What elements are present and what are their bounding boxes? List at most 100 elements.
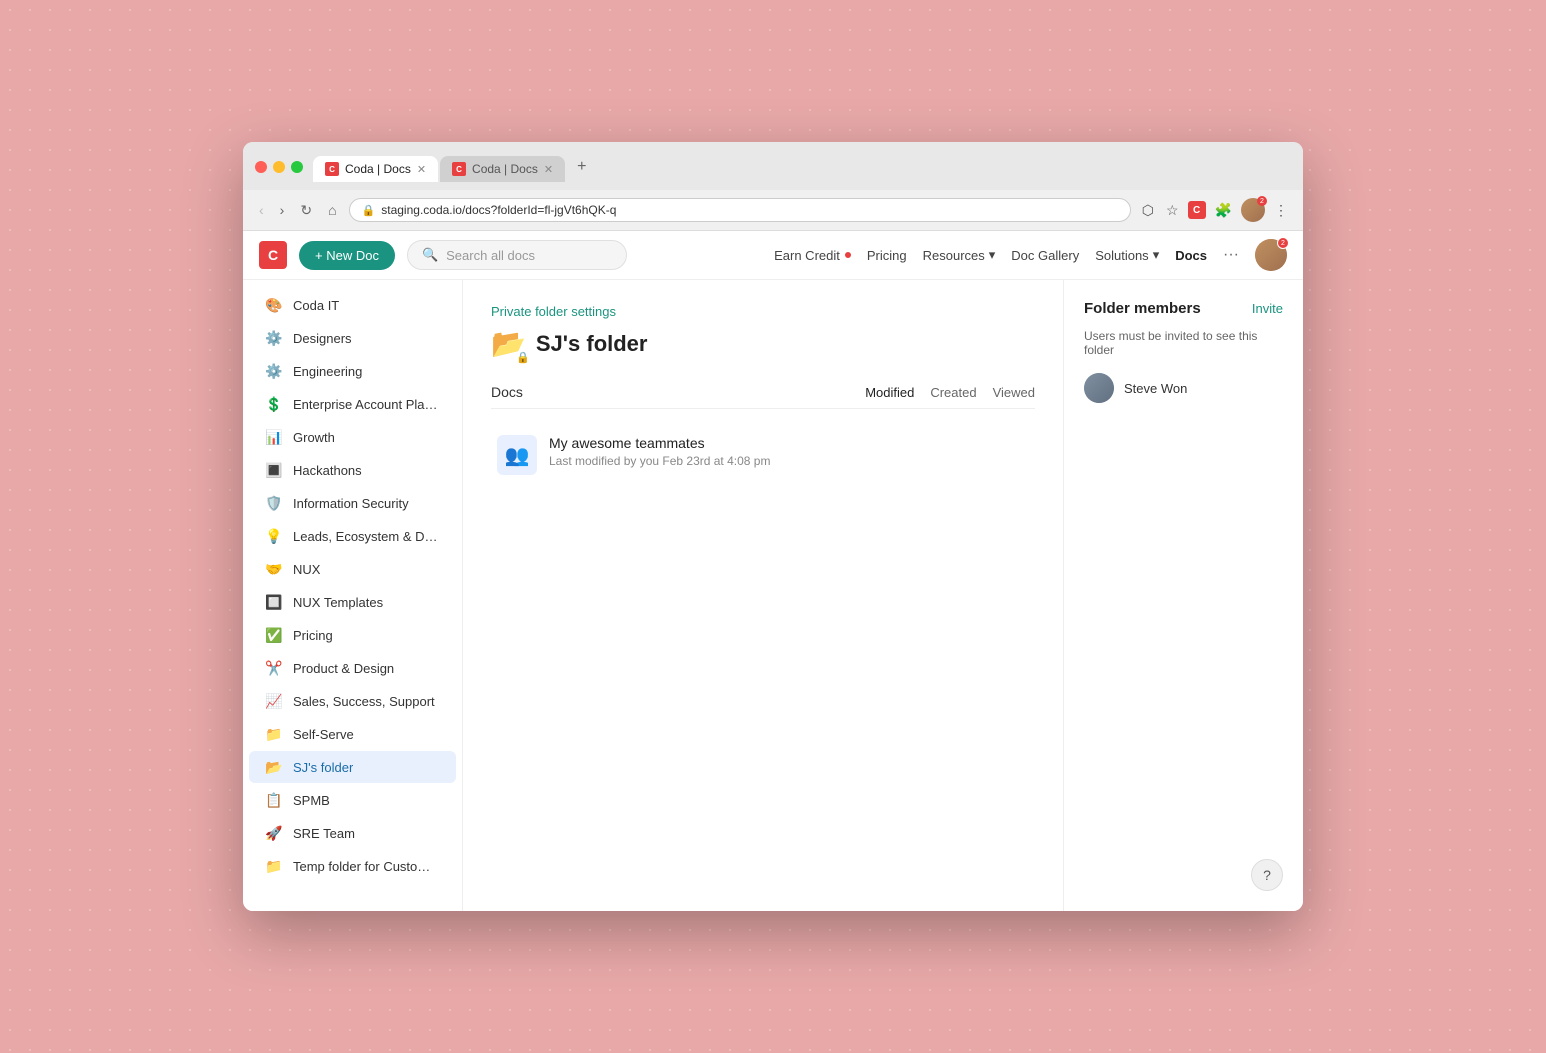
coda-tab-icon-2: C	[452, 162, 466, 176]
traffic-lights	[255, 161, 303, 173]
sidebar-label-hackathons: Hackathons	[293, 463, 362, 478]
sidebar-item-nux[interactable]: 🤝 NUX	[249, 553, 456, 585]
address-bar: ‹ › ↻ ⌂ 🔒 staging.coda.io/docs?folderId=…	[243, 190, 1303, 231]
sidebar-item-leads[interactable]: 💡 Leads, Ecosystem & Dem...	[249, 520, 456, 552]
new-tab-button[interactable]: +	[567, 152, 596, 182]
more-options-icon[interactable]: ⋮	[1271, 199, 1291, 222]
sj-folder-icon: 📂	[265, 758, 283, 776]
new-doc-button[interactable]: + New Doc	[299, 241, 395, 270]
product-design-icon: ✂️	[265, 659, 283, 677]
nux-templates-icon: 🔲	[265, 593, 283, 611]
nav-resources[interactable]: Resources ▾	[923, 247, 996, 263]
sort-modified[interactable]: Modified	[865, 385, 914, 400]
minimize-button[interactable]	[273, 161, 285, 173]
sidebar-label-nux-templates: NUX Templates	[293, 595, 383, 610]
browser-tabs: C Coda | Docs ✕ C Coda | Docs ✕ +	[313, 152, 1291, 182]
sidebar-item-info-security[interactable]: 🛡️ Information Security	[249, 487, 456, 519]
back-button[interactable]: ‹	[255, 200, 268, 220]
sidebar-item-growth[interactable]: 📊 Growth	[249, 421, 456, 453]
sidebar-item-sj-folder[interactable]: 📂 SJ's folder	[249, 751, 456, 783]
sidebar-label-coda-it: Coda IT	[293, 298, 339, 313]
nav-solutions[interactable]: Solutions ▾	[1095, 247, 1159, 263]
sidebar-item-designers[interactable]: ⚙️ Designers	[249, 322, 456, 354]
sidebar: 🎨 Coda IT ⚙️ Designers ⚙️ Engineering 💲 …	[243, 280, 463, 911]
sort-options: Modified Created Viewed	[865, 385, 1035, 400]
home-button[interactable]: ⌂	[324, 200, 340, 220]
puzzle-icon[interactable]: 🧩	[1212, 199, 1235, 222]
forward-button[interactable]: ›	[276, 200, 289, 220]
main-body: 🎨 Coda IT ⚙️ Designers ⚙️ Engineering 💲 …	[243, 280, 1303, 911]
user-avatar-badge: 2	[1277, 237, 1289, 249]
sidebar-item-product-design[interactable]: ✂️ Product & Design	[249, 652, 456, 684]
tab-1-close[interactable]: ✕	[417, 163, 426, 176]
sidebar-item-nux-templates[interactable]: 🔲 NUX Templates	[249, 586, 456, 618]
sidebar-label-sales: Sales, Success, Support	[293, 694, 435, 709]
sidebar-item-sales[interactable]: 📈 Sales, Success, Support	[249, 685, 456, 717]
sidebar-item-temp-folder[interactable]: 📁 Temp folder for Custom T...	[249, 850, 456, 882]
sidebar-label-nux: NUX	[293, 562, 320, 577]
members-header: Folder members Invite	[1084, 300, 1283, 317]
earn-credit-dot	[845, 252, 851, 258]
coda-ext-icon[interactable]: C	[1188, 201, 1206, 219]
nav-docs[interactable]: Docs	[1175, 248, 1207, 263]
folder-icon-wrapper: 📂 🔒	[491, 327, 526, 360]
bookmark-icon[interactable]: ☆	[1163, 199, 1182, 222]
sidebar-item-coda-it[interactable]: 🎨 Coda IT	[249, 289, 456, 321]
doc-info-0: My awesome teammates Last modified by yo…	[549, 435, 1029, 468]
external-link-icon[interactable]: ⬡	[1139, 199, 1157, 222]
reload-button[interactable]: ↻	[296, 200, 316, 221]
sidebar-item-self-serve[interactable]: 📁 Self-Serve	[249, 718, 456, 750]
sidebar-label-enterprise: Enterprise Account Plans ...	[293, 397, 440, 412]
sidebar-label-spmb: SPMB	[293, 793, 330, 808]
sales-icon: 📈	[265, 692, 283, 710]
docs-section-header: Docs Modified Created Viewed	[491, 384, 1035, 409]
coda-it-icon: 🎨	[265, 296, 283, 314]
nav-earn-credit[interactable]: Earn Credit	[774, 248, 851, 263]
sort-viewed[interactable]: Viewed	[993, 385, 1035, 400]
user-avatar-wrapper: 2	[1255, 239, 1287, 271]
doc-item-0[interactable]: 👥 My awesome teammates Last modified by …	[491, 425, 1035, 485]
designers-icon: ⚙️	[265, 329, 283, 347]
sidebar-item-pricing[interactable]: ✅ Pricing	[249, 619, 456, 651]
member-item-0: Steve Won	[1084, 373, 1283, 403]
engineering-icon: ⚙️	[265, 362, 283, 380]
spmb-icon: 📋	[265, 791, 283, 809]
url-bar[interactable]: 🔒 staging.coda.io/docs?folderId=fl-jgVt6…	[349, 198, 1131, 222]
coda-logo[interactable]: C	[259, 241, 287, 269]
close-button[interactable]	[255, 161, 267, 173]
sidebar-item-engineering[interactable]: ⚙️ Engineering	[249, 355, 456, 387]
help-button[interactable]: ?	[1251, 859, 1283, 891]
sidebar-item-spmb[interactable]: 📋 SPMB	[249, 784, 456, 816]
sidebar-item-hackathons[interactable]: 🔳 Hackathons	[249, 454, 456, 486]
search-bar[interactable]: 🔍 Search all docs	[407, 240, 627, 270]
browser-window: C Coda | Docs ✕ C Coda | Docs ✕ + ‹ › ↻ …	[243, 142, 1303, 911]
self-serve-icon: 📁	[265, 725, 283, 743]
invite-link[interactable]: Invite	[1252, 301, 1283, 316]
sidebar-item-enterprise[interactable]: 💲 Enterprise Account Plans ...	[249, 388, 456, 420]
pricing-icon: ✅	[265, 626, 283, 644]
nav-pricing[interactable]: Pricing	[867, 248, 907, 263]
doc-thumbnail-0: 👥	[497, 435, 537, 475]
info-security-icon: 🛡️	[265, 494, 283, 512]
private-folder-settings-link[interactable]: Private folder settings	[491, 304, 1035, 319]
app-layout: C + New Doc 🔍 Search all docs Earn Credi…	[243, 231, 1303, 911]
enterprise-icon: 💲	[265, 395, 283, 413]
nav-more-button[interactable]: ···	[1223, 246, 1239, 264]
members-description: Users must be invited to see this folder	[1084, 329, 1283, 357]
sort-created[interactable]: Created	[930, 385, 976, 400]
tab-2[interactable]: C Coda | Docs ✕	[440, 156, 565, 182]
title-bar: C Coda | Docs ✕ C Coda | Docs ✕ +	[243, 142, 1303, 190]
member-name-0: Steve Won	[1124, 381, 1187, 396]
browser-actions: ⬡ ☆ C 🧩 2 ⋮	[1139, 198, 1291, 222]
tab-1[interactable]: C Coda | Docs ✕	[313, 156, 438, 182]
sidebar-item-sre-team[interactable]: 🚀 SRE Team	[249, 817, 456, 849]
maximize-button[interactable]	[291, 161, 303, 173]
tab-2-label: Coda | Docs	[472, 162, 538, 176]
tab-2-close[interactable]: ✕	[544, 163, 553, 176]
top-nav: C + New Doc 🔍 Search all docs Earn Credi…	[243, 231, 1303, 280]
content-area: Private folder settings 📂 🔒 SJ's folder …	[463, 280, 1303, 911]
members-panel: Folder members Invite Users must be invi…	[1063, 280, 1303, 911]
docs-section-label: Docs	[491, 384, 865, 400]
nav-doc-gallery[interactable]: Doc Gallery	[1011, 248, 1079, 263]
sidebar-label-sj-folder: SJ's folder	[293, 760, 353, 775]
